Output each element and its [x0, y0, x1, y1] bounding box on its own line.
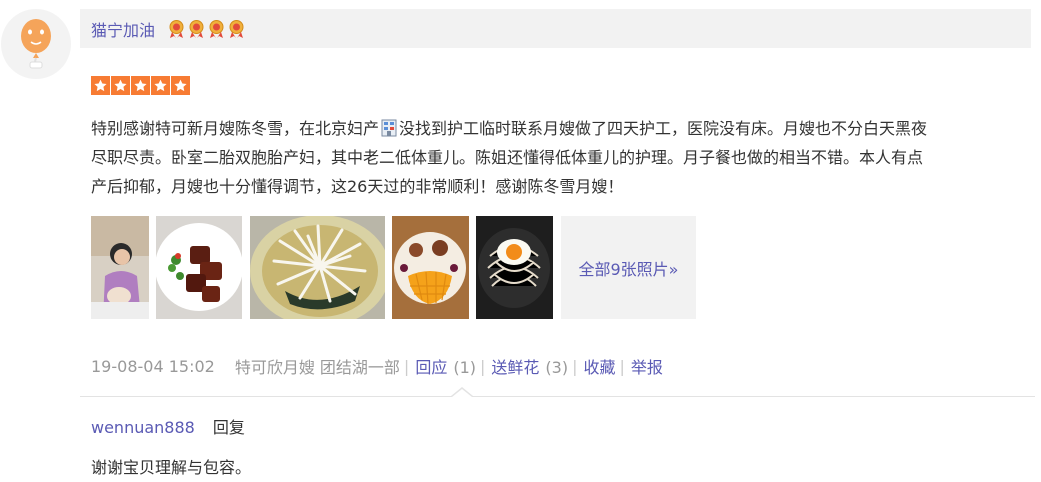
report-link[interactable]: 举报: [631, 354, 663, 378]
star-icon: [151, 76, 170, 95]
more-photos-link[interactable]: 全部9张照片»: [561, 216, 696, 319]
star-icon: [111, 76, 130, 95]
author-name[interactable]: 猫宁加油: [91, 17, 155, 41]
review-header: 猫宁加油: [80, 9, 1031, 48]
review-meta: 19-08-04 15:02 特可欣月嫂 团结湖一部 | 回应 (1) | 送鲜花…: [91, 354, 663, 378]
photo-egg-pan-icon: [476, 216, 553, 319]
photo-thumbnail[interactable]: [476, 216, 553, 319]
star-icon: [171, 76, 190, 95]
reply-user[interactable]: wennuan888: [91, 418, 195, 437]
review-datetime: 19-08-04 15:02: [91, 356, 215, 376]
star-icon: [131, 76, 150, 95]
hospital-emoji-icon: [381, 119, 397, 137]
reply-divider: [80, 396, 1035, 397]
avatar[interactable]: [1, 9, 71, 79]
separator: |: [480, 356, 486, 376]
photo-noodle-soup-icon: [250, 216, 385, 319]
send-flower-link[interactable]: 送鲜花 (3): [491, 354, 568, 378]
medal-icon: [209, 19, 224, 38]
star-rating: [91, 76, 190, 95]
flower-count: (3): [545, 358, 569, 377]
medal-icon: [189, 19, 204, 38]
photo-thumbnail[interactable]: [392, 216, 469, 319]
medal-badges: [167, 19, 246, 39]
review-body: 特别感谢特可新月嫂陈冬雪，在北京妇产 没找到护工临时联系月嫂做了四天护工，医院没有…: [91, 114, 1036, 201]
photo-thumbnail[interactable]: [250, 216, 385, 319]
balloon-avatar-icon: [21, 19, 51, 69]
photo-thumbnail[interactable]: [156, 216, 242, 319]
shop-name[interactable]: 特可欣月嫂 团结湖一部: [235, 354, 400, 378]
review-line: 特别感谢特可新月嫂陈冬雪，在北京妇产 没找到护工临时联系月嫂做了四天护工，医院没有…: [91, 119, 928, 138]
photo-mango-plate-icon: [392, 216, 469, 319]
separator: |: [619, 356, 625, 376]
reply-text: 谢谢宝贝理解与包容。: [91, 458, 252, 477]
photo-mother-baby-icon: [91, 216, 149, 319]
reply-header: wennuan888 回复: [91, 414, 245, 438]
star-icon: [91, 76, 110, 95]
photo-braised-pork-icon: [156, 216, 242, 319]
medal-icon: [229, 19, 244, 38]
reply-label: 回复: [212, 418, 245, 437]
reply-caret-inner: [452, 389, 472, 397]
respond-link[interactable]: 回应 (1): [415, 354, 476, 378]
review-card: 猫宁加油 特别感谢特可新月嫂陈冬雪，在北京妇产 没找到护工临时联系月嫂做了四天护工…: [0, 0, 1041, 482]
separator: |: [572, 356, 578, 376]
medal-icon: [169, 19, 184, 38]
respond-count: (1): [453, 358, 476, 377]
review-line: 产后抑郁，月嫂也十分懂得调节，这26天过的非常顺利！感谢陈冬雪月嫂！: [91, 177, 624, 196]
separator: |: [403, 356, 410, 376]
favorite-link[interactable]: 收藏: [583, 354, 615, 378]
photo-thumbnail[interactable]: [91, 216, 149, 319]
review-line: 尽职尽责。卧室二胎双胞胎产妇，其中老二低体重儿。陈姐还懂得低体重儿的护理。月子餐…: [91, 148, 924, 167]
